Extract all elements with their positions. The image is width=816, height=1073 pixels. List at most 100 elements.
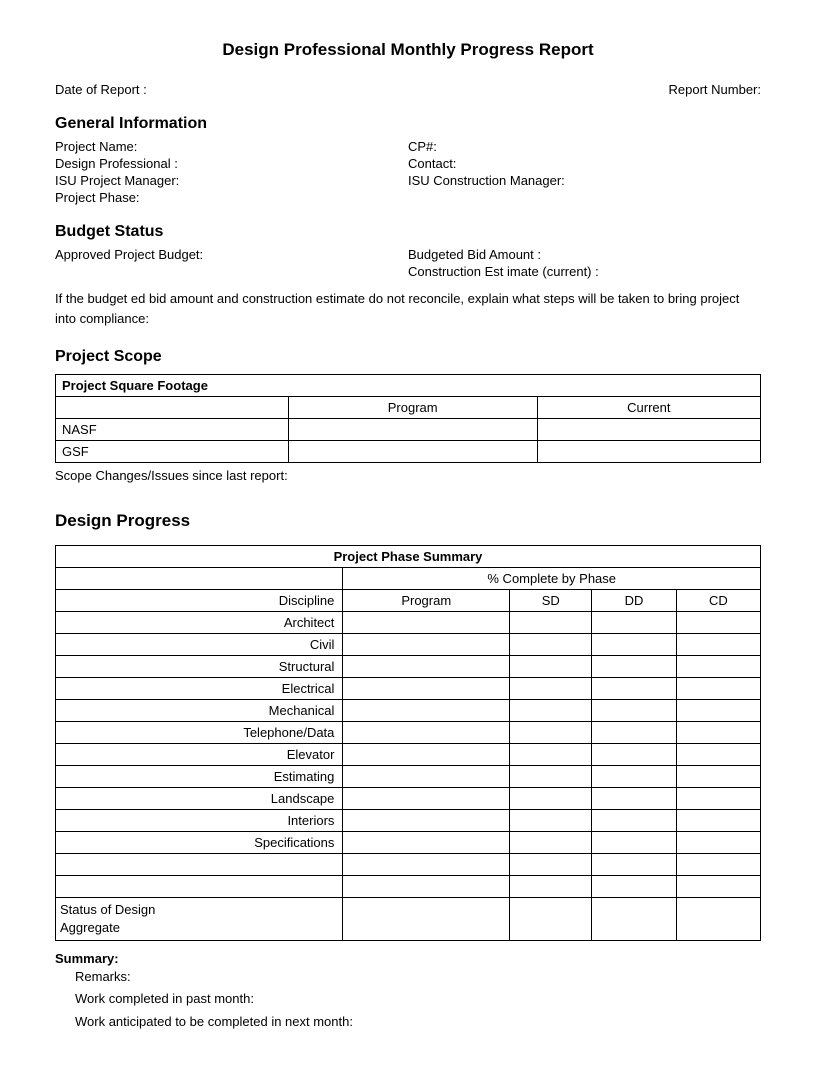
telephone-data-dd bbox=[592, 722, 676, 744]
budgeted-bid-row: Budgeted Bid Amount : bbox=[408, 247, 761, 262]
estimating-cd bbox=[676, 766, 760, 788]
isu-cm-row: ISU Construction Manager: bbox=[408, 173, 761, 188]
budget-note: If the budget ed bid amount and construc… bbox=[55, 289, 761, 328]
landscape-sd bbox=[510, 788, 592, 810]
scope-row-nasf: NASF bbox=[56, 419, 761, 441]
summary-label: Summary: bbox=[55, 951, 119, 966]
mechanical-sd bbox=[510, 700, 592, 722]
civil-sd bbox=[510, 634, 592, 656]
estimating-label: Estimating bbox=[56, 766, 343, 788]
telephone-data-program bbox=[343, 722, 510, 744]
nasf-current bbox=[537, 419, 760, 441]
discipline-row: Estimating bbox=[56, 766, 761, 788]
landscape-program bbox=[343, 788, 510, 810]
empty-row-1 bbox=[56, 854, 761, 876]
mechanical-cd bbox=[676, 700, 760, 722]
design-professional-row: Design Professional : bbox=[55, 156, 408, 171]
design-progress-title: Design Progress bbox=[55, 511, 761, 531]
project-phase-row: Project Phase: bbox=[55, 190, 408, 205]
general-right-col: CP#: Contact: ISU Construction Manager: bbox=[408, 139, 761, 207]
civil-program bbox=[343, 634, 510, 656]
isu-cm-label: ISU Construction Manager: bbox=[408, 173, 608, 188]
col-sd: SD bbox=[510, 590, 592, 612]
structural-cd bbox=[676, 656, 760, 678]
status-design-sd bbox=[510, 898, 592, 941]
electrical-sd bbox=[510, 678, 592, 700]
project-scope-title: Project Scope bbox=[55, 348, 761, 366]
status-design-cd bbox=[676, 898, 760, 941]
discipline-row: Interiors bbox=[56, 810, 761, 832]
budget-right: Budgeted Bid Amount : Construction Est i… bbox=[408, 247, 761, 281]
interiors-sd bbox=[510, 810, 592, 832]
estimating-program bbox=[343, 766, 510, 788]
mechanical-program bbox=[343, 700, 510, 722]
interiors-cd bbox=[676, 810, 760, 832]
discipline-row: Landscape bbox=[56, 788, 761, 810]
discipline-row: Mechanical bbox=[56, 700, 761, 722]
landscape-dd bbox=[592, 788, 676, 810]
empty-row-2 bbox=[56, 876, 761, 898]
telephone-data-sd bbox=[510, 722, 592, 744]
cp-row: CP#: bbox=[408, 139, 761, 154]
report-label: Report Number: bbox=[669, 82, 761, 97]
discipline-row: Specifications bbox=[56, 832, 761, 854]
structural-label: Structural bbox=[56, 656, 343, 678]
col-cd: CD bbox=[676, 590, 760, 612]
construction-est-row: Construction Est imate (current) : bbox=[408, 264, 761, 279]
civil-dd bbox=[592, 634, 676, 656]
project-name-row: Project Name: bbox=[55, 139, 408, 154]
architect-cd bbox=[676, 612, 760, 634]
electrical-cd bbox=[676, 678, 760, 700]
electrical-program bbox=[343, 678, 510, 700]
specifications-dd bbox=[592, 832, 676, 854]
col-dd: DD bbox=[592, 590, 676, 612]
phase-summary-table: Project Phase Summary % Complete by Phas… bbox=[55, 545, 761, 941]
pct-header: % Complete by Phase bbox=[343, 568, 761, 590]
approved-budget-label: Approved Project Budget: bbox=[55, 247, 255, 262]
status-design-label: Status of DesignAggregate bbox=[56, 898, 343, 941]
project-name-label: Project Name: bbox=[55, 139, 255, 154]
elevator-program bbox=[343, 744, 510, 766]
phase-empty-cell bbox=[56, 568, 343, 590]
civil-label: Civil bbox=[56, 634, 343, 656]
approved-budget-row: Approved Project Budget: bbox=[55, 247, 408, 262]
specifications-label: Specifications bbox=[56, 832, 343, 854]
discipline-row: Civil bbox=[56, 634, 761, 656]
telephone-data-cd bbox=[676, 722, 760, 744]
elevator-label: Elevator bbox=[56, 744, 343, 766]
scope-row-gsf: GSF bbox=[56, 441, 761, 463]
project-scope-table: Project Square Footage Program Current N… bbox=[55, 374, 761, 463]
col-program: Program bbox=[343, 590, 510, 612]
elevator-dd bbox=[592, 744, 676, 766]
col-discipline: Discipline bbox=[56, 590, 343, 612]
page-title: Design Professional Monthly Progress Rep… bbox=[55, 40, 761, 60]
discipline-row: Telephone/Data bbox=[56, 722, 761, 744]
phase-summary-header: Project Phase Summary bbox=[56, 546, 761, 568]
scope-col-program: Program bbox=[288, 397, 537, 419]
scope-table-header: Project Square Footage bbox=[56, 375, 761, 397]
discipline-row: Structural bbox=[56, 656, 761, 678]
landscape-label: Landscape bbox=[56, 788, 343, 810]
civil-cd bbox=[676, 634, 760, 656]
specifications-program bbox=[343, 832, 510, 854]
architect-dd bbox=[592, 612, 676, 634]
estimating-dd bbox=[592, 766, 676, 788]
interiors-program bbox=[343, 810, 510, 832]
structural-sd bbox=[510, 656, 592, 678]
landscape-cd bbox=[676, 788, 760, 810]
nasf-label: NASF bbox=[56, 419, 289, 441]
specifications-sd bbox=[510, 832, 592, 854]
discipline-row: Electrical bbox=[56, 678, 761, 700]
gsf-label: GSF bbox=[56, 441, 289, 463]
work-anticipated-label: Work anticipated to be completed in next… bbox=[75, 1011, 761, 1033]
mechanical-label: Mechanical bbox=[56, 700, 343, 722]
construction-est-label: Construction Est imate (current) : bbox=[408, 264, 608, 279]
status-design-dd bbox=[592, 898, 676, 941]
architect-sd bbox=[510, 612, 592, 634]
general-left-col: Project Name: Design Professional : ISU … bbox=[55, 139, 408, 207]
date-label: Date of Report : bbox=[55, 82, 147, 97]
contact-row: Contact: bbox=[408, 156, 761, 171]
budget-title: Budget Status bbox=[55, 223, 761, 241]
interiors-label: Interiors bbox=[56, 810, 343, 832]
budgeted-bid-label: Budgeted Bid Amount : bbox=[408, 247, 608, 262]
